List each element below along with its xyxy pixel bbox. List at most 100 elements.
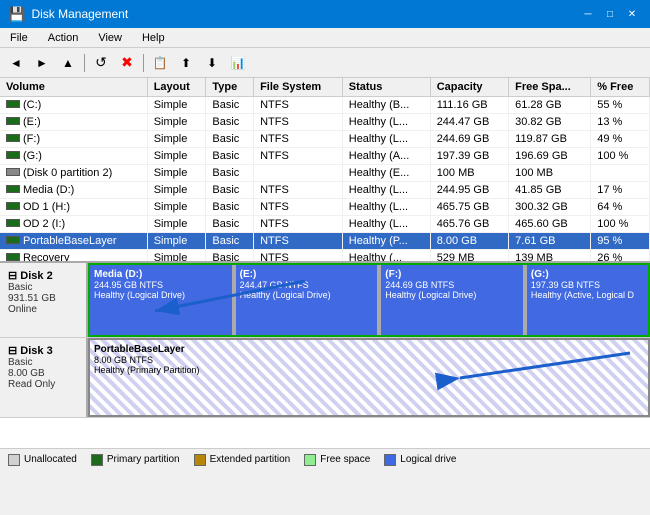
disk-3-row: ⊟ Disk 3 Basic 8.00 GB Read Only Portabl…: [0, 338, 650, 418]
cell-capacity: 197.39 GB: [430, 148, 508, 165]
table-row[interactable]: OD 2 (I:) Simple Basic NTFS Healthy (L..…: [0, 216, 650, 233]
menu-view[interactable]: View: [92, 30, 128, 46]
back-button[interactable]: ◄: [4, 52, 28, 74]
cell-volume: (E:): [0, 114, 147, 131]
cell-free: 7.61 GB: [509, 233, 591, 250]
cell-type: Basic: [206, 216, 254, 233]
forward-button[interactable]: ►: [30, 52, 54, 74]
cell-volume: OD 1 (H:): [0, 199, 147, 216]
cell-layout: Simple: [147, 216, 206, 233]
cell-capacity: 111.16 GB: [430, 97, 508, 114]
cell-fs: [254, 165, 343, 182]
toolbar-separator-1: [84, 54, 85, 72]
menu-bar: File Action View Help: [0, 28, 650, 48]
disk-3-label: ⊟ Disk 3 Basic 8.00 GB Read Only: [0, 338, 88, 417]
cell-volume: (G:): [0, 148, 147, 165]
minimize-button[interactable]: ─: [578, 4, 598, 24]
cell-capacity: 100 MB: [430, 165, 508, 182]
disk-3-partitions: PortableBaseLayer 8.00 GB NTFS Healthy (…: [88, 338, 650, 417]
table-row[interactable]: (G:) Simple Basic NTFS Healthy (A... 197…: [0, 148, 650, 165]
cell-status: Healthy (L...: [342, 114, 430, 131]
cell-status: Healthy (L...: [342, 182, 430, 199]
cell-capacity: 8.00 GB: [430, 233, 508, 250]
cell-volume: PortableBaseLayer: [0, 233, 147, 250]
close-button[interactable]: ✕: [622, 4, 642, 24]
copy-button[interactable]: 📋: [148, 52, 172, 74]
col-layout: Layout: [147, 78, 206, 97]
cell-fs: NTFS: [254, 114, 343, 131]
cell-status: Healthy (A...: [342, 148, 430, 165]
cell-type: Basic: [206, 199, 254, 216]
up-button[interactable]: ▲: [56, 52, 80, 74]
table-row[interactable]: PortableBaseLayer Simple Basic NTFS Heal…: [0, 233, 650, 250]
table-row[interactable]: OD 1 (H:) Simple Basic NTFS Healthy (L..…: [0, 199, 650, 216]
cell-type: Basic: [206, 182, 254, 199]
cell-layout: Simple: [147, 131, 206, 148]
menu-file[interactable]: File: [4, 30, 34, 46]
cell-layout: Simple: [147, 165, 206, 182]
col-capacity: Capacity: [430, 78, 508, 97]
legend-unallocated-label: Unallocated: [24, 454, 77, 465]
cell-status: Healthy (L...: [342, 199, 430, 216]
table-row[interactable]: (C:) Simple Basic NTFS Healthy (B... 111…: [0, 97, 650, 114]
cell-volume: OD 2 (I:): [0, 216, 147, 233]
legend-logical: Logical drive: [384, 454, 456, 466]
legend-logical-box: [384, 454, 396, 466]
menu-help[interactable]: Help: [136, 30, 171, 46]
col-volume: Volume: [0, 78, 147, 97]
cell-status: Healthy (E...: [342, 165, 430, 182]
cell-type: Basic: [206, 148, 254, 165]
partition-e[interactable]: (E:) 244.47 GB NTFS Healthy (Logical Dri…: [234, 265, 380, 335]
volume-table: Volume Layout Type File System Status Ca…: [0, 78, 650, 263]
cell-free: 139 MB: [509, 250, 591, 264]
cell-capacity: 465.76 GB: [430, 216, 508, 233]
cell-pct: 13 %: [591, 114, 650, 131]
cell-free: 30.82 GB: [509, 114, 591, 131]
cell-free: 61.28 GB: [509, 97, 591, 114]
menu-action[interactable]: Action: [42, 30, 85, 46]
cell-free: 100 MB: [509, 165, 591, 182]
partition-media-d[interactable]: Media (D:) 244.95 GB NTFS Healthy (Logic…: [90, 265, 234, 335]
cell-layout: Simple: [147, 250, 206, 264]
toolbar: ◄ ► ▲ ↺ ✖ 📋 ⬆ ⬇ 📊: [0, 48, 650, 78]
cell-pct: 100 %: [591, 216, 650, 233]
toolbar-separator-2: [143, 54, 144, 72]
cell-fs: NTFS: [254, 250, 343, 264]
partition-g[interactable]: (G:) 197.39 GB NTFS Healthy (Active, Log…: [525, 265, 648, 335]
partition-f[interactable]: (F:) 244.69 GB NTFS Healthy (Logical Dri…: [379, 265, 525, 335]
delete-button[interactable]: ✖: [115, 52, 139, 74]
cell-volume: (C:): [0, 97, 147, 114]
table-header: Volume Layout Type File System Status Ca…: [0, 78, 650, 97]
legend-freespace: Free space: [304, 454, 370, 466]
cell-fs: NTFS: [254, 233, 343, 250]
table-row[interactable]: (F:) Simple Basic NTFS Healthy (L... 244…: [0, 131, 650, 148]
legend-freespace-box: [304, 454, 316, 466]
cell-layout: Simple: [147, 97, 206, 114]
cell-status: Healthy (L...: [342, 216, 430, 233]
cell-status: Healthy (L...: [342, 131, 430, 148]
refresh-button[interactable]: ↺: [89, 52, 113, 74]
properties-button[interactable]: 📊: [226, 52, 250, 74]
cell-fs: NTFS: [254, 216, 343, 233]
maximize-button[interactable]: □: [600, 4, 620, 24]
legend-extended-label: Extended partition: [210, 454, 291, 465]
cell-volume: Recovery: [0, 250, 147, 264]
legend-freespace-label: Free space: [320, 454, 370, 465]
legend-primary-label: Primary partition: [107, 454, 180, 465]
move-up-button[interactable]: ⬆: [174, 52, 198, 74]
title-bar: 💾 Disk Management ─ □ ✕: [0, 0, 650, 28]
table-row[interactable]: (Disk 0 partition 2) Simple Basic Health…: [0, 165, 650, 182]
table-row[interactable]: Recovery Simple Basic NTFS Healthy (... …: [0, 250, 650, 264]
col-filesystem: File System: [254, 78, 343, 97]
cell-free: 41.85 GB: [509, 182, 591, 199]
table-row[interactable]: Media (D:) Simple Basic NTFS Healthy (L.…: [0, 182, 650, 199]
table-row[interactable]: (E:) Simple Basic NTFS Healthy (L... 244…: [0, 114, 650, 131]
partition-portablebaselayer[interactable]: PortableBaseLayer 8.00 GB NTFS Healthy (…: [90, 340, 648, 415]
cell-type: Basic: [206, 97, 254, 114]
cell-pct: [591, 165, 650, 182]
legend-extended: Extended partition: [194, 454, 291, 466]
cell-type: Basic: [206, 233, 254, 250]
move-down-button[interactable]: ⬇: [200, 52, 224, 74]
disk-2-row: ⊟ Disk 2 Basic 931.51 GB Online Media (D…: [0, 263, 650, 338]
disk-panel: ⊟ Disk 2 Basic 931.51 GB Online Media (D…: [0, 263, 650, 448]
